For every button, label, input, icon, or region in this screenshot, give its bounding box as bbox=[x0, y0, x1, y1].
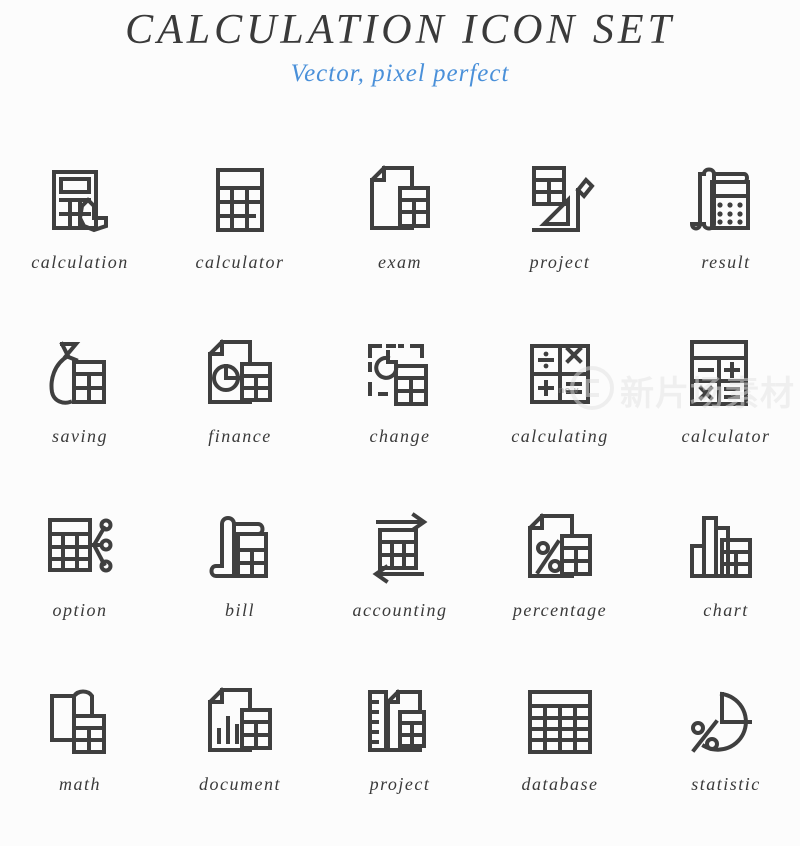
page-subtitle: Vector, pixel perfect bbox=[290, 60, 510, 88]
icon-cell-document[interactable]: document bbox=[160, 672, 320, 846]
icon-grid: calculation calculator exam project resu… bbox=[0, 150, 800, 846]
receipt-scroll-with-calculator-icon bbox=[682, 162, 758, 238]
icon-cell-calculator[interactable]: calculator bbox=[160, 150, 320, 324]
icon-cell-bill[interactable]: bill bbox=[160, 498, 320, 672]
document-percent-with-calculator-icon bbox=[522, 510, 598, 586]
icon-cell-percentage[interactable]: percentage bbox=[480, 498, 640, 672]
icon-cell-accounting[interactable]: accounting bbox=[320, 498, 480, 672]
page-header: CALCULATION ICON SET Vector, pixel perfe… bbox=[0, 0, 800, 88]
icon-label: calculator bbox=[681, 426, 771, 446]
operators-keypad-icon bbox=[522, 336, 598, 412]
icon-label: saving bbox=[52, 426, 108, 446]
icon-cell-exam[interactable]: exam bbox=[320, 150, 480, 324]
document-with-calculator-icon bbox=[362, 162, 438, 238]
icon-cell-project-ruler[interactable]: project bbox=[320, 672, 480, 846]
table-grid-icon bbox=[522, 684, 598, 760]
ruler-document-with-calculator-icon bbox=[362, 684, 438, 760]
icon-label: calculating bbox=[511, 426, 609, 446]
icon-cell-change[interactable]: change bbox=[320, 324, 480, 498]
icon-label: option bbox=[52, 600, 108, 620]
icon-cell-calculator-keys[interactable]: calculator bbox=[640, 324, 800, 498]
page-title: CALCULATION ICON SET bbox=[125, 7, 675, 53]
icon-cell-chart[interactable]: chart bbox=[640, 498, 800, 672]
icon-label: document bbox=[199, 774, 281, 794]
icon-label: math bbox=[59, 774, 101, 794]
dashed-frame-refresh-with-calculator-icon bbox=[362, 336, 438, 412]
money-bag-with-calculator-icon bbox=[42, 336, 118, 412]
icon-cell-option[interactable]: option bbox=[0, 498, 160, 672]
icon-cell-database[interactable]: database bbox=[480, 672, 640, 846]
calculator-with-nodes-icon bbox=[42, 510, 118, 586]
icon-label: percentage bbox=[512, 600, 608, 620]
icon-cell-saving[interactable]: saving bbox=[0, 324, 160, 498]
icon-cell-calculation[interactable]: calculation bbox=[0, 150, 160, 324]
open-book-with-calculator-icon bbox=[42, 684, 118, 760]
bill-scroll-with-calculator-icon bbox=[202, 510, 278, 586]
calculator-with-hand-cursor-icon bbox=[42, 162, 118, 238]
calculator-grid-icon bbox=[202, 162, 278, 238]
icon-label: database bbox=[521, 774, 599, 794]
icon-label: accounting bbox=[352, 600, 448, 620]
document-bar-chart-with-calculator-icon bbox=[202, 684, 278, 760]
icon-label: finance bbox=[208, 426, 272, 446]
icon-set-page: CALCULATION ICON SET Vector, pixel perfe… bbox=[0, 0, 800, 800]
icon-label: chart bbox=[703, 600, 749, 620]
icon-cell-math[interactable]: math bbox=[0, 672, 160, 846]
pie-chart-percent-icon bbox=[682, 684, 758, 760]
icon-cell-finance[interactable]: finance bbox=[160, 324, 320, 498]
document-pie-chart-with-calculator-icon bbox=[202, 336, 278, 412]
icon-label: calculation bbox=[31, 252, 129, 272]
icon-cell-project[interactable]: project bbox=[480, 150, 640, 324]
icon-cell-result[interactable]: result bbox=[640, 150, 800, 324]
icon-label: bill bbox=[224, 600, 255, 620]
icon-label: exam bbox=[378, 252, 422, 272]
icon-label: result bbox=[701, 252, 751, 272]
icon-cell-statistic[interactable]: statistic bbox=[640, 672, 800, 846]
calculator-with-exchange-arrows-icon bbox=[362, 510, 438, 586]
calculator-operator-keys-icon bbox=[682, 336, 758, 412]
icon-label: change bbox=[369, 426, 431, 446]
icon-label: calculator bbox=[195, 252, 285, 272]
calculator-with-ruler-and-pencil-icon bbox=[522, 162, 598, 238]
icon-label: project bbox=[529, 252, 591, 272]
icon-label: project bbox=[369, 774, 431, 794]
icon-cell-calculating[interactable]: calculating bbox=[480, 324, 640, 498]
icon-label: statistic bbox=[691, 774, 761, 794]
bar-chart-with-calculator-icon bbox=[682, 510, 758, 586]
